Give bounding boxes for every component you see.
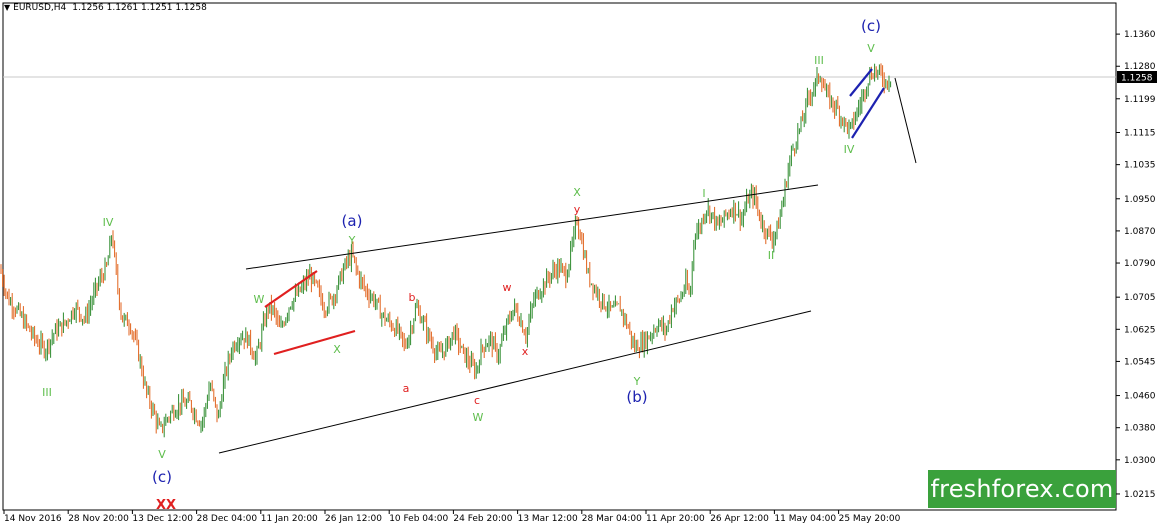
wave-label: II: [768, 249, 775, 262]
y-tick-label: 1.1115: [1124, 129, 1156, 139]
wave-label: x: [522, 345, 529, 358]
wave-label: a: [403, 382, 410, 395]
x-axis: 14 Nov 2016 28 Nov 20:00 13 Dec 12:00 28 De…: [3, 510, 901, 524]
current-price-tag: 1.1258: [1117, 71, 1157, 84]
y-tick-label: 1.0950: [1124, 195, 1156, 205]
wave-label: (a): [342, 212, 363, 230]
y-tick-label: 1.0300: [1124, 456, 1156, 466]
wave-label: Y: [633, 375, 641, 388]
wave-label: V: [158, 448, 166, 461]
y-tick-label: 1.1280: [1124, 62, 1156, 72]
x-tick-label: 11 May 04:00: [774, 514, 836, 524]
y-tick-label: 1.1360: [1124, 30, 1156, 40]
y-tick-label: 1.1199: [1124, 95, 1156, 105]
y-tick-label: 1.0625: [1124, 325, 1156, 335]
y-tick-label: 1.0705: [1124, 293, 1156, 303]
wave-label: V: [867, 42, 875, 55]
y-tick-label: 1.0545: [1124, 357, 1156, 367]
wave-label: Y: [348, 234, 356, 247]
y-tick-label: 1.0380: [1124, 424, 1156, 434]
plot-area: [2, 2, 1117, 511]
wave-label: b: [409, 291, 416, 304]
watermark-logo: freshforex.com: [928, 470, 1116, 508]
wave-label: III: [42, 386, 52, 399]
x-tick-label: 28 Dec 04:00: [197, 514, 258, 524]
x-tick-label: 14 Nov 2016: [4, 514, 62, 524]
x-tick-label: 24 Feb 20:00: [453, 514, 512, 524]
x-tick-label: 10 Feb 04:00: [389, 514, 448, 524]
wave-label: X: [573, 186, 581, 199]
x-tick-label: 26 Jan 12:00: [325, 514, 382, 524]
x-tick-label: 11 Jan 20:00: [261, 514, 318, 524]
wave-label: y: [574, 203, 581, 216]
wave-label: (c): [152, 468, 172, 486]
y-axis: 1.1360 1.1280 1.1199 1.1115 1.1035 1.0950 1.08…: [1116, 30, 1156, 500]
x-tick-label: 11 Apr 20:00: [646, 514, 705, 524]
wave-label: (b): [626, 388, 647, 406]
wave-label: (c): [861, 17, 881, 35]
wave-label: c: [474, 394, 480, 407]
x-tick-label: 28 Mar 04:00: [582, 514, 642, 524]
x-tick-label: 13 Dec 12:00: [132, 514, 193, 524]
wave-label: IV: [103, 216, 114, 229]
symbol-label: EURUSD,H4: [13, 3, 67, 13]
wave-label: W: [473, 411, 484, 424]
wave-label: I: [702, 187, 705, 200]
wave-label: W: [254, 293, 265, 306]
x-tick-label: 28 Nov 20:00: [68, 514, 129, 524]
x-tick-label: 13 Mar 12:00: [518, 514, 578, 524]
ohlc-values: 1.1256 1.1261 1.1251 1.1258: [72, 3, 207, 13]
x-tick-label: 25 May 20:00: [839, 514, 901, 524]
y-tick-label: 1.0215: [1124, 490, 1156, 500]
wave-label: IV: [844, 143, 855, 156]
price-chart[interactable]: IVIIIV(c)(a)YWXbacWwxXyY(b)IIIIIIIVV(c) …: [0, 0, 1157, 527]
y-tick-label: 1.1035: [1124, 161, 1156, 171]
chart-header: ▼ EURUSD,H4 1.1256 1.1261 1.1251 1.1258: [4, 3, 207, 13]
y-tick-label: 1.0870: [1124, 227, 1156, 237]
x-markers: XX: [156, 498, 176, 513]
wave-label: w: [503, 281, 512, 294]
y-tick-label: 1.0460: [1124, 392, 1156, 402]
current-price-label: 1.1258: [1121, 74, 1153, 84]
y-tick-label: 1.0790: [1124, 259, 1156, 269]
wave-label: III: [814, 54, 824, 67]
dropdown-triangle-icon[interactable]: ▼: [4, 3, 10, 12]
x-tick-label: 26 Apr 12:00: [710, 514, 769, 524]
wave-label: X: [333, 343, 341, 356]
